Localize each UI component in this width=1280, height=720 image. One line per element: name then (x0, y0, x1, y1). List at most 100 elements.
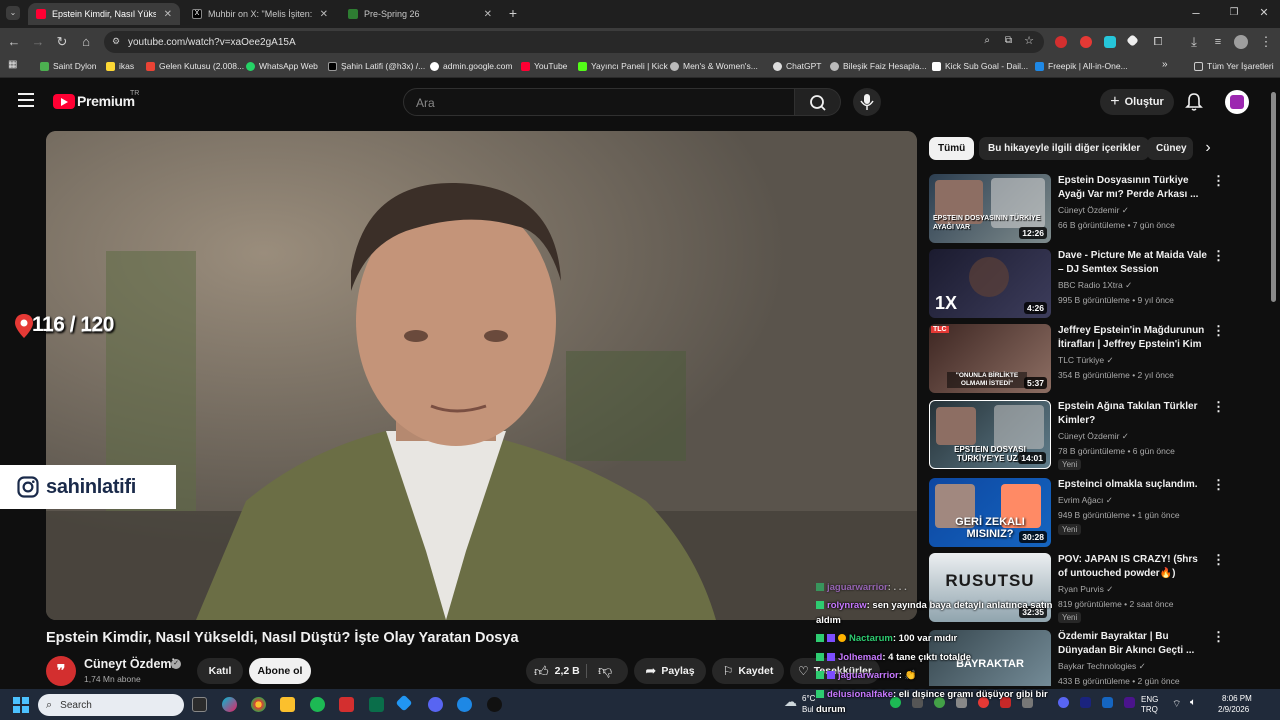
bookmark-item[interactable]: ChatGPT (773, 61, 821, 71)
dislike-icon[interactable]: 👎︎ (598, 662, 612, 679)
more-actions-icon[interactable]: ⋮ (1212, 174, 1225, 187)
install-icon[interactable]: ⧉ (1005, 35, 1012, 46)
restore-icon[interactable]: ❐ (1226, 5, 1242, 21)
url-input[interactable]: ⚙ youtube.com/watch?v=xaOee2gA15A ⌕ ⧉ ☆ (104, 31, 1044, 53)
tray-icon[interactable] (1080, 697, 1091, 708)
chips-next-icon[interactable]: › (1196, 137, 1220, 161)
download-icon[interactable]: ⤓ (1186, 34, 1202, 50)
media-icon[interactable]: ≡ (1210, 34, 1226, 50)
search-button[interactable] (795, 88, 841, 116)
chrome-icon[interactable] (251, 697, 266, 712)
search-input[interactable]: Ara (403, 88, 795, 116)
spotify-icon[interactable] (310, 697, 325, 712)
extension-translate-icon[interactable] (1104, 36, 1116, 48)
language-indicator[interactable]: ENG (1141, 695, 1158, 704)
app-icon[interactable] (339, 697, 354, 712)
close-tab-icon[interactable]: ✕ (164, 9, 172, 20)
like-icon[interactable]: 👍︎ (534, 663, 549, 680)
close-tab-icon[interactable]: ✕ (320, 9, 328, 20)
bookmark-item[interactable]: Kick Sub Goal - Dail... (932, 61, 1028, 71)
taskbar-search-input[interactable]: ⌕ Search (38, 694, 184, 716)
bookmark-item[interactable]: ikas (106, 61, 134, 71)
all-bookmarks[interactable]: Tüm Yer İşaretleri (1194, 61, 1274, 71)
windows-start-icon[interactable] (13, 697, 29, 713)
page-scrollbar[interactable] (1271, 92, 1276, 302)
close-tab-icon[interactable]: ✕ (484, 9, 492, 20)
site-info-icon[interactable]: ⚙ (112, 36, 120, 47)
chip-all[interactable]: Tümü (929, 137, 975, 160)
more-actions-icon[interactable]: ⋮ (1212, 630, 1225, 643)
like-count[interactable]: 2,2 B (555, 665, 580, 677)
share-button[interactable]: ➦ Paylaş (634, 658, 706, 684)
apps-grid-icon[interactable]: ▦ (8, 59, 17, 70)
bookmark-item[interactable]: WhatsApp Web (246, 61, 318, 71)
bookmark-item[interactable]: YouTube (521, 61, 567, 71)
more-actions-icon[interactable]: ⋮ (1212, 478, 1225, 491)
bookmark-item[interactable]: Freepik | All-in-One... (1035, 61, 1128, 71)
bookmark-item[interactable]: Bileşik Faiz Hesapla... (830, 61, 927, 71)
more-actions-icon[interactable]: ⋮ (1212, 553, 1225, 566)
more-bookmarks-icon[interactable]: » (1162, 59, 1168, 70)
bookmark-item[interactable]: Yayıncı Paneli | Kick (578, 61, 668, 71)
channel-name[interactable]: Cüneyt Özdemir (84, 657, 180, 671)
discord-icon[interactable] (428, 697, 443, 712)
wifi-icon[interactable]: ⌔ (1172, 698, 1181, 711)
bookmark-item[interactable]: Saint Dylon (40, 61, 96, 71)
file-explorer-icon[interactable] (280, 697, 295, 712)
youtube-logo-icon[interactable] (53, 94, 75, 109)
tab-prespring[interactable]: Pre-Spring 26 ✕ (340, 3, 500, 25)
app-icon[interactable] (395, 694, 413, 712)
recommendation-item[interactable]: TLC "ONUNLA BİRLİKTE OLMAMI İSTEDİ" 5:37… (929, 324, 1269, 394)
copilot-icon[interactable] (222, 697, 237, 712)
create-button[interactable]: + Oluştur (1100, 89, 1174, 115)
bookmark-item[interactable]: Şahin Latifi (@h3x) /... (328, 61, 425, 71)
extension-diamond-icon[interactable] (1126, 34, 1139, 47)
video-player[interactable]: 116 / 120 (46, 131, 917, 620)
recommendation-item[interactable]: EPSTEIN DOSYASININ TÜRKİYE AYAĞI VAR 12:… (929, 174, 1269, 244)
bookmark-item[interactable]: Men's & Women's... (670, 61, 758, 71)
minimize-icon[interactable]: – (1188, 5, 1204, 21)
tab-epstein[interactable]: Epstein Kimdir, Nasıl Yükseldi, N ✕ (28, 3, 180, 25)
home-icon[interactable]: ⌂ (78, 34, 94, 50)
obs-icon[interactable] (487, 697, 502, 712)
tray-icon[interactable] (1058, 697, 1069, 708)
task-view-icon[interactable] (192, 697, 207, 712)
clock-time[interactable]: 8:06 PM (1222, 694, 1252, 703)
bookmark-item[interactable]: Gelen Kutusu (2.008... (146, 61, 244, 71)
profile-avatar[interactable] (1234, 35, 1248, 49)
extension-shield-icon[interactable] (1080, 36, 1092, 48)
weather-temp[interactable]: 6°C (802, 694, 815, 703)
browser-menu-icon[interactable]: ⋮ (1258, 34, 1274, 50)
tab-muhbir[interactable]: X Muhbir on X: "Melis İşiten: ✕ (184, 3, 336, 25)
tray-icon[interactable] (1102, 697, 1113, 708)
more-actions-icon[interactable]: ⋮ (1212, 400, 1225, 413)
hamburger-menu-icon[interactable] (18, 93, 34, 107)
recommendation-item[interactable]: 1X 4:26 Dave - Picture Me at Maida Vale … (929, 249, 1269, 319)
new-tab-icon[interactable]: + (505, 5, 521, 21)
subscribe-button[interactable]: Abone ol (249, 658, 311, 684)
recommendation-item[interactable]: EPSTEIN DOSYASI TÜRKİYE'YE UZA 14:01 Eps… (929, 400, 1269, 470)
recommendation-item[interactable]: RUSUTSU 32:35 POV: JAPAN IS CRAZY! (5hrs… (929, 553, 1269, 623)
channel-avatar[interactable]: ❞ (46, 656, 76, 686)
recommendation-item[interactable]: BAYRAKTAR Özdemir Bayraktar | Bu Dünyada… (929, 630, 1269, 686)
voice-search-button[interactable] (853, 88, 881, 116)
tab-search-icon[interactable]: ⌄ (6, 6, 20, 20)
terminal-icon[interactable] (369, 697, 384, 712)
join-button[interactable]: Katıl (197, 658, 243, 684)
bookmark-star-icon[interactable]: ☆ (1024, 34, 1034, 47)
extensions-puzzle-icon[interactable]: ⧠ (1150, 34, 1166, 50)
more-actions-icon[interactable]: ⋮ (1212, 249, 1225, 262)
chip-related[interactable]: Bu hikayeyle ilgili diğer içerikler (979, 137, 1150, 160)
forward-icon[interactable]: → (30, 34, 46, 50)
tray-icon[interactable] (1124, 697, 1135, 708)
zoom-icon[interactable]: ⌕ (984, 35, 990, 46)
app-icon[interactable] (457, 697, 472, 712)
reload-icon[interactable]: ↻ (54, 34, 70, 50)
notifications-icon[interactable] (1185, 92, 1203, 112)
chip-channel[interactable]: Cüney (1147, 137, 1193, 160)
more-actions-icon[interactable]: ⋮ (1212, 324, 1225, 337)
account-avatar[interactable] (1225, 90, 1249, 114)
volume-icon[interactable]: 🔈︎ (1190, 697, 1196, 708)
save-button[interactable]: ⚐ Kaydet (712, 658, 784, 684)
back-icon[interactable]: ← (6, 34, 22, 50)
